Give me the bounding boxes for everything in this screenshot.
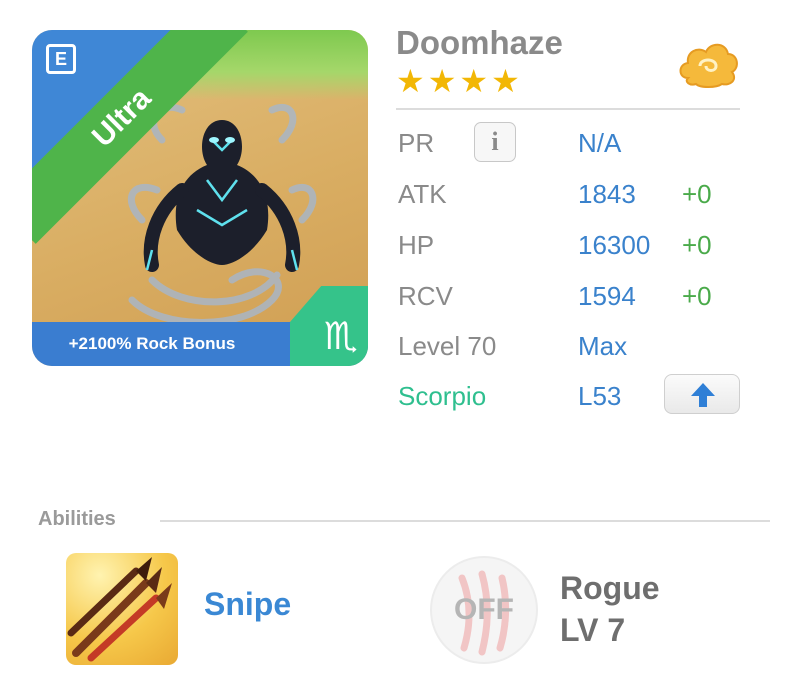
rogue-ability-level: LV 7 <box>560 612 626 648</box>
zodiac-label: Scorpio <box>398 381 487 411</box>
atk-label: ATK <box>398 179 447 209</box>
arrows-icon <box>67 557 172 662</box>
star-icon: ★ <box>396 62 425 100</box>
snipe-ability-name[interactable]: Snipe <box>204 586 291 623</box>
atk-value: 1843 <box>578 179 636 209</box>
star-icon: ★ <box>491 62 520 100</box>
rogue-ability-name[interactable]: Rogue <box>560 570 660 607</box>
upgrade-button[interactable] <box>664 374 740 414</box>
monster-card[interactable]: Ultra E +2100% Rock Bonus ♏ <box>32 30 368 366</box>
scorpio-icon: ♏ <box>323 314 358 358</box>
monster-name: Doomhaze <box>396 24 563 61</box>
rcv-bonus: +0 <box>682 281 712 311</box>
pr-label: PR <box>398 128 435 158</box>
atk-bonus: +0 <box>682 179 712 209</box>
rcv-label: RCV <box>398 281 453 311</box>
abilities-heading: Abilities <box>38 508 116 530</box>
calendar-icon: E <box>46 44 76 74</box>
ability-off-status: OFF <box>454 593 514 626</box>
level-value: Max <box>578 331 628 361</box>
star-icon: ★ <box>427 62 457 100</box>
pr-value: N/A <box>578 128 622 158</box>
gold-cloud-icon[interactable] <box>676 38 742 90</box>
info-button[interactable]: i <box>474 122 516 162</box>
level-label: Level 70 <box>398 331 497 361</box>
hp-label: HP <box>398 230 435 260</box>
arrow-up-icon <box>691 383 715 407</box>
zodiac-level: L53 <box>578 381 622 411</box>
hp-value: 16300 <box>578 230 651 260</box>
star-icon: ★ <box>459 62 489 100</box>
divider <box>160 520 770 522</box>
hp-bonus: +0 <box>682 230 712 260</box>
snipe-ability-icon[interactable] <box>66 553 178 665</box>
rock-bonus-label: +2100% Rock Bonus <box>68 334 236 353</box>
divider <box>396 108 740 110</box>
star-rating: ★ ★ ★ ★ <box>396 64 520 98</box>
rcv-value: 1594 <box>578 281 636 311</box>
